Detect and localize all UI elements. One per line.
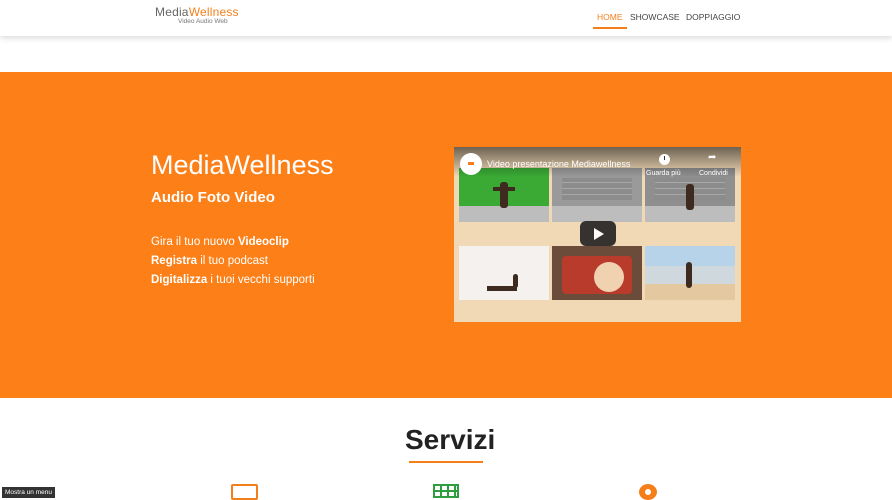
channel-avatar-icon[interactable] — [460, 153, 482, 175]
video-thumb-people — [552, 246, 642, 300]
monitor-icon — [231, 484, 258, 500]
clock-icon[interactable] — [659, 154, 670, 165]
video-thumb-exercise — [459, 246, 549, 300]
share-label[interactable]: Condividi — [699, 170, 728, 177]
nav-home[interactable]: HOME — [597, 12, 623, 24]
video-player[interactable]: Video presentazione Mediawellness ➦ Guar… — [454, 147, 741, 322]
hero-subtitle: Audio Foto Video — [151, 189, 275, 206]
gear-icon — [639, 484, 657, 500]
nav-active-underline — [593, 27, 627, 29]
site-header: MediaWellness Video Audio Web HOME SHOWC… — [0, 0, 892, 36]
logo-tagline: Video Audio Web — [178, 18, 228, 25]
servizi-title: Servizi — [405, 424, 496, 455]
nav-showcase[interactable]: SHOWCASE — [630, 12, 680, 24]
video-thumb-landscape — [645, 246, 735, 300]
watch-later-label[interactable]: Guarda più — [646, 170, 681, 177]
hero-line-podcast: Registra il tuo podcast — [151, 255, 268, 267]
servizi-underline — [409, 461, 483, 463]
hero-title: MediaWellness — [151, 150, 334, 180]
site-logo[interactable]: MediaWellness Video Audio Web — [155, 5, 255, 29]
hero-line-digitalizza: Digitalizza i tuoi vecchi supporti — [151, 274, 315, 286]
play-icon[interactable] — [580, 221, 616, 246]
hero-line-videoclip: Gira il tuo nuovo Videoclip — [151, 236, 289, 248]
logo-text: MediaWellness — [155, 5, 239, 19]
hero-section: MediaWellness Audio Foto Video Gira il t… — [0, 72, 892, 398]
grid-icon — [433, 484, 459, 498]
share-icon[interactable]: ➦ — [708, 152, 716, 163]
video-title[interactable]: Video presentazione Mediawellness — [487, 159, 630, 169]
nav-doppiaggio[interactable]: DOPPIAGGIO — [686, 12, 740, 24]
show-menu-tooltip: Mostra un menu — [2, 487, 55, 498]
